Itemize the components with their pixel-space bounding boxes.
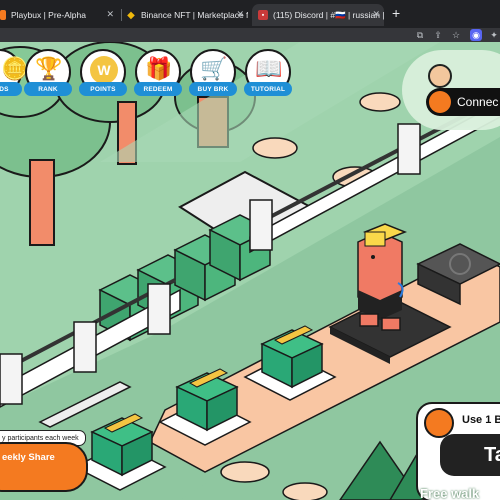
- discord-icon: ▪: [258, 10, 268, 20]
- weekly-share-button[interactable]: eekly Share: [0, 442, 88, 492]
- take-label: Ta: [484, 443, 500, 466]
- nav-label: REDEEM: [134, 82, 182, 96]
- gift-shop-icon: 🎁: [145, 56, 173, 81]
- extensions-icon[interactable]: ✦: [488, 29, 500, 41]
- game-canvas[interactable]: 🪙 DS 🏆 RANK W POINTS 🎁 REDEEM 🛒 BUY BRK …: [0, 42, 500, 500]
- tab-title: Playbux | Pre-Alpha: [11, 10, 86, 20]
- tab-discord[interactable]: ▪ (115) Discord | #🇷🇺 | russian | ✕: [252, 4, 384, 26]
- trophy-icon: 🏆: [35, 56, 63, 81]
- take-button[interactable]: Ta: [440, 434, 500, 476]
- browser-toolbar: ⧉ ⇪ ☆ ◉ ✦: [0, 28, 500, 42]
- translate-icon[interactable]: ⧉: [414, 29, 426, 41]
- playbux-icon: [0, 10, 6, 20]
- w-coin-icon: W: [90, 56, 118, 84]
- discord-extension-icon[interactable]: ◉: [470, 29, 482, 41]
- tab-title: (115) Discord | #🇷🇺 | russian |: [273, 9, 384, 20]
- cart-icon: 🛒: [200, 56, 228, 81]
- nav-label: DS: [0, 82, 22, 96]
- star-icon[interactable]: ☆: [450, 29, 462, 41]
- avatar[interactable]: [428, 64, 452, 88]
- nav-label: BUY BRK: [189, 82, 237, 96]
- close-icon[interactable]: ✕: [372, 9, 380, 20]
- weekly-share-label: eekly Share: [2, 452, 55, 463]
- new-tab-button[interactable]: +: [392, 5, 400, 21]
- binance-icon: ◆: [127, 9, 135, 21]
- book-icon: 📖: [255, 56, 283, 81]
- connect-label: Connec: [457, 95, 499, 109]
- close-icon[interactable]: ✕: [236, 9, 244, 20]
- nav-label: RANK: [24, 82, 72, 96]
- tab-binance[interactable]: ◆ Binance NFT | Marketplace for ✕: [126, 4, 248, 26]
- tab-playbux[interactable]: Playbux | Pre-Alpha ✕: [0, 4, 118, 26]
- nav-label: POINTS: [79, 82, 127, 96]
- connect-wallet-button[interactable]: Connec: [426, 88, 500, 116]
- browser-tab-bar: Playbux | Pre-Alpha ✕ ◆ Binance NFT | Ma…: [0, 0, 500, 28]
- nav-label: TUTORIAL: [244, 82, 292, 96]
- wallet-icon: [429, 91, 451, 113]
- use-item-text: Use 1 B: [462, 414, 500, 426]
- share-icon[interactable]: ⇪: [432, 29, 444, 41]
- close-icon[interactable]: ✕: [106, 9, 114, 20]
- tab-title: Binance NFT | Marketplace for: [141, 10, 248, 20]
- free-walk-label: Free walk: [420, 486, 480, 500]
- tab-separator: [121, 9, 122, 21]
